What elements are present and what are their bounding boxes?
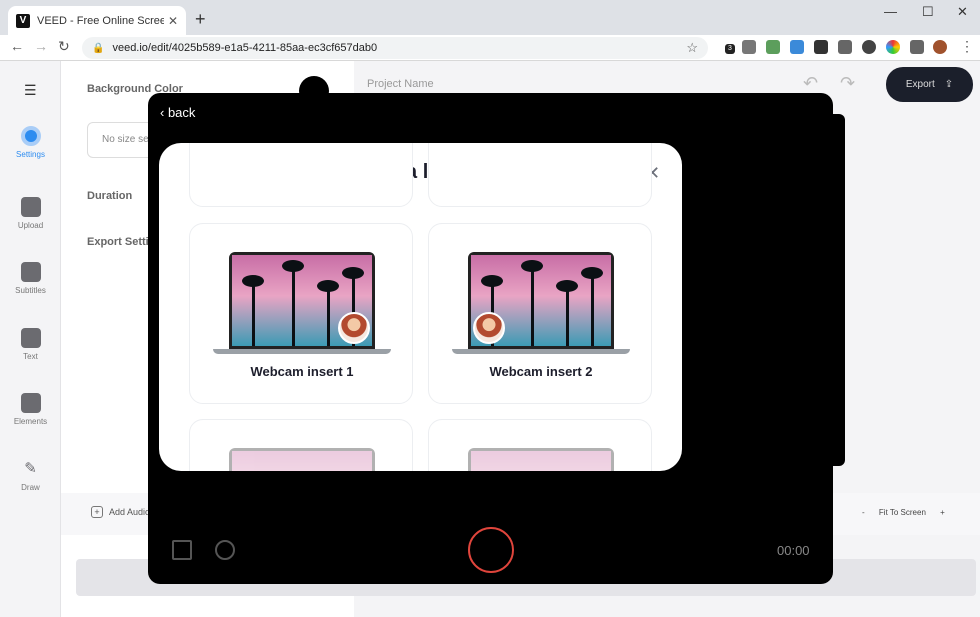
lock-icon: 🔒 [92, 42, 105, 54]
gear-icon[interactable] [215, 540, 235, 560]
record-extension-icon[interactable] [862, 40, 876, 54]
webcam-bubble [473, 312, 505, 344]
tab-title: VEED - Free Online Screen & We [37, 14, 164, 27]
address-bar[interactable]: 🔒 veed.io/edit/4025b589-e1a5-4211-85aa-e… [82, 37, 708, 59]
export-button[interactable]: Export ⇪ [886, 67, 973, 102]
nav-label: Subtitles [15, 286, 46, 295]
new-tab-icon[interactable]: + [195, 9, 206, 30]
nav-label: Text [23, 352, 38, 361]
layout-card-webcam-insert-1[interactable]: Webcam insert 1 [189, 223, 413, 404]
color-extension-icon[interactable] [886, 40, 900, 54]
plus-icon: + [91, 506, 103, 518]
capture-extension-icon[interactable] [790, 40, 804, 54]
back-button[interactable]: ‹ back [160, 105, 195, 120]
browser-tabstrip: V VEED - Free Online Screen & We ✕ + — ☐… [0, 0, 980, 35]
puzzle-extensions-icon[interactable] [910, 40, 924, 54]
eyedropper-extension-icon[interactable] [742, 40, 756, 54]
window-close-icon[interactable]: ✕ [957, 4, 968, 20]
record-button[interactable] [468, 527, 514, 573]
text-icon [20, 328, 41, 348]
laptop-preview-image [213, 252, 391, 354]
browser-toolbar: ← → ↻ 🔒 veed.io/edit/4025b589-e1a5-4211-… [0, 35, 980, 61]
tab-close-icon[interactable]: ✕ [168, 14, 178, 28]
minimize-icon[interactable]: — [884, 4, 897, 19]
nav-label: Upload [17, 221, 44, 230]
elements-icon [20, 393, 41, 413]
zoom-out-button[interactable]: - [862, 508, 865, 517]
export-label: Export [905, 79, 935, 90]
recorder-handle[interactable] [299, 76, 329, 106]
upload-arrow-icon: ⇪ [944, 79, 954, 90]
pick-layout-dialog: Pick a layout ✕ Webcam insert 1 Webcam i… [159, 143, 682, 471]
browser-tab[interactable]: V VEED - Free Online Screen & We ✕ [8, 6, 186, 35]
export-settings-label: Export Settin [87, 236, 156, 248]
zoom-in-button[interactable]: + [940, 508, 945, 517]
more-menu-icon[interactable]: ⋮ [960, 38, 974, 55]
layout-icon[interactable] [172, 540, 192, 560]
layout-card[interactable] [189, 143, 413, 207]
layout-card-webcam-insert-2[interactable]: Webcam insert 2 [428, 223, 652, 404]
mask-extension-icon[interactable] [814, 40, 828, 54]
project-name-input[interactable]: Project Name [367, 78, 434, 90]
settings-icon [20, 126, 41, 146]
layout-card[interactable] [428, 143, 652, 207]
upload-icon [20, 197, 41, 217]
reload-icon[interactable]: ↻ [58, 38, 70, 55]
laptop-preview-image [452, 252, 630, 354]
nav-subtitles[interactable]: Subtitles [0, 262, 61, 295]
redo-icon[interactable]: ↷ [840, 73, 855, 94]
back-arrow-icon[interactable]: ← [10, 38, 24, 54]
fit-to-screen-button[interactable]: Fit To Screen [879, 508, 926, 517]
extension-badge: 3 [725, 44, 735, 54]
nav-draw[interactable]: ✎ Draw [0, 459, 61, 492]
nav-upload[interactable]: Upload [0, 197, 61, 230]
screenshot-extension-icon[interactable] [766, 40, 780, 54]
add-audio-label: Add Audio [109, 507, 151, 517]
veed-favicon-icon: V [16, 13, 30, 28]
add-audio-button[interactable]: + Add Audio [91, 506, 150, 518]
back-label: back [167, 105, 196, 120]
hamburger-icon[interactable]: ☰ [24, 82, 37, 99]
subtitles-icon [20, 262, 41, 282]
record-timer: 00:00 [777, 543, 810, 558]
recorder-edge [833, 114, 845, 466]
forward-arrow-icon[interactable]: → [34, 38, 48, 54]
zoom-controls: - Fit To Screen + [862, 508, 945, 517]
chevron-left-icon: ‹ [160, 105, 168, 120]
undo-icon[interactable]: ↶ [803, 73, 818, 94]
nav-label: Elements [13, 417, 48, 426]
maximize-icon[interactable]: ☐ [922, 4, 934, 20]
nav-label: Draw [21, 483, 40, 492]
laptop-preview-image [213, 448, 391, 471]
webcam-bubble [338, 312, 370, 344]
nav-settings[interactable]: Settings [0, 126, 61, 159]
bookmark-star-icon[interactable]: ☆ [686, 40, 698, 56]
laptop-preview-image [452, 448, 630, 471]
layout-name: Webcam insert 2 [489, 364, 593, 379]
duration-label: Duration [87, 190, 133, 202]
layout-card[interactable] [428, 419, 652, 471]
left-navigation: ☰ Settings Upload Subtitles Text Element… [0, 61, 61, 617]
nav-text[interactable]: Text [0, 328, 61, 361]
url-text: veed.io/edit/4025b589-e1a5-4211-85aa-ec3… [112, 42, 378, 54]
layout-name: Webcam insert 1 [250, 364, 354, 379]
profile-avatar[interactable] [933, 40, 947, 54]
nav-label: Settings [16, 150, 45, 159]
camera-extension-icon[interactable] [838, 40, 852, 54]
draw-icon: ✎ [24, 460, 37, 477]
layout-card[interactable] [189, 419, 413, 471]
nav-elements[interactable]: Elements [0, 393, 61, 426]
